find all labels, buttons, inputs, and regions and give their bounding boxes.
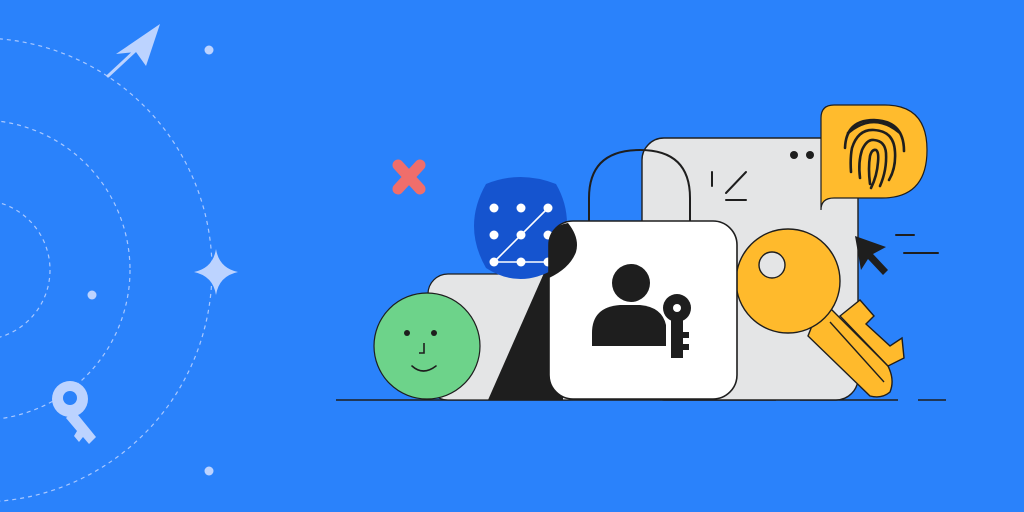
panel-dot	[806, 151, 814, 159]
smiling-face-icon	[373, 292, 481, 400]
face-eye	[431, 330, 437, 336]
panel-dot	[790, 151, 798, 159]
security-illustration-banner	[0, 0, 1024, 512]
dot	[204, 466, 214, 476]
dot	[204, 45, 214, 55]
dot	[87, 290, 97, 300]
illustration-canvas	[0, 0, 1024, 512]
face-eye	[404, 330, 410, 336]
